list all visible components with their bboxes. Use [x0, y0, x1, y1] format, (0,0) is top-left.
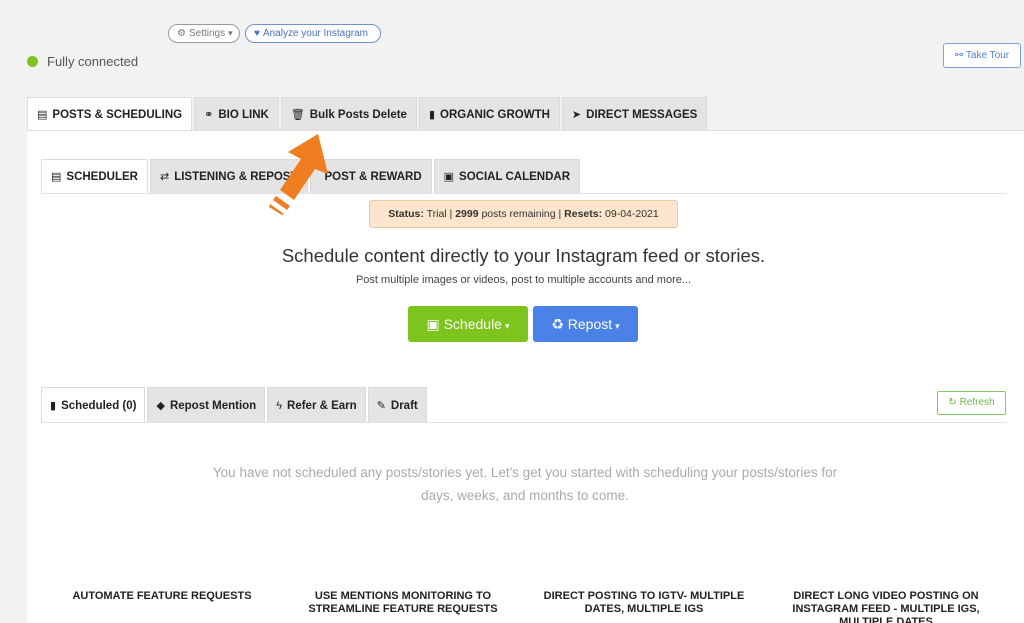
page-headline: Schedule content directly to your Instag… [281, 245, 766, 266]
tag-icon: ◆ [156, 400, 165, 412]
plan-status-badge: Status: Trial | 2999 posts remaining | R… [369, 200, 678, 228]
repost-button[interactable]: ♻ Repost ▾ [533, 306, 638, 342]
analyze-label: Analyze your Instagram [262, 28, 368, 39]
calendar-check-icon: ▣ [426, 316, 440, 332]
tab-scheduled[interactable]: ▮ Scheduled (0) [41, 387, 146, 423]
feature-title: AUTOMATE FEATURE REQUESTS [72, 590, 252, 602]
refresh-button[interactable]: ↻ Refresh [937, 391, 1006, 415]
tab-label: POST & REWARD [324, 171, 422, 183]
tab-label: Repost Mention [169, 400, 257, 412]
tab-direct-messages[interactable]: ➤ DIRECT MESSAGES [561, 97, 708, 131]
tab-scheduler[interactable]: ▤ SCHEDULER [41, 159, 148, 194]
settings-label: Settings [188, 28, 226, 39]
connection-status: Fully connected [27, 54, 138, 69]
take-tour-button[interactable]: ⚯ Take Tour [943, 43, 1021, 68]
tab-posts-scheduling[interactable]: ▤ POSTS & SCHEDULING [27, 97, 193, 131]
divider [41, 422, 1006, 423]
tab-label: Bulk Posts Delete [309, 109, 407, 121]
bolt-icon: ϟ [276, 400, 283, 412]
heart-icon: ♥ [254, 28, 260, 39]
schedule-button[interactable]: ▣ Schedule ▾ [408, 306, 528, 342]
resets-label: Resets: [564, 208, 603, 220]
remaining-text: posts remaining [481, 208, 556, 220]
analyze-instagram-button[interactable]: ♥ Analyze your Instagram [245, 24, 381, 43]
pointer-arrow-icon [269, 134, 328, 215]
empty-state-message: You have not scheduled any posts/stories… [212, 465, 838, 503]
refresh-label: Refresh [959, 397, 995, 408]
schedule-label: Schedule [443, 316, 502, 332]
settings-dropdown[interactable]: ⚙ Settings ▾ [168, 24, 240, 43]
repost-icon: ⇄ [159, 171, 170, 183]
tab-label: BIO LINK [218, 109, 269, 121]
tab-label: SOCIAL CALENDAR [459, 171, 571, 183]
tab-bio-link[interactable]: ⚭ BIO LINK [194, 97, 279, 131]
tab-label: SCHEDULER [66, 171, 138, 183]
tab-label: Scheduled (0) [61, 400, 137, 412]
recycle-icon: ♻ [551, 316, 564, 332]
tab-label: Draft [390, 400, 418, 412]
tab-label: POSTS & SCHEDULING [52, 109, 183, 121]
status-value: Trial [426, 208, 447, 220]
calendar-icon: ▤ [51, 171, 62, 183]
trash-icon: 🗑 [290, 109, 305, 121]
page-subheadline: Post multiple images or videos, post to … [355, 274, 692, 286]
remaining-count: 2999 [455, 208, 479, 220]
feature-title: DIRECT POSTING TO IGTV- MULTIPLE DATES, … [543, 590, 745, 615]
status-label: Status: [388, 208, 424, 220]
tab-repost-mention[interactable]: ◆ Repost Mention [147, 387, 266, 423]
connection-status-text: Fully connected [47, 54, 139, 69]
feature-title: USE MENTIONS MONITORING TO STREAMLINE FE… [308, 590, 498, 615]
tab-label: ORGANIC GROWTH [440, 109, 550, 121]
tab-draft[interactable]: ✎ Draft [367, 387, 427, 423]
tab-bulk-posts-delete[interactable]: 🗑 Bulk Posts Delete [280, 97, 417, 131]
tab-refer-earn[interactable]: ϟ Refer & Earn [267, 387, 366, 423]
gear-icon: ⚙ [177, 28, 186, 39]
main-tabs: ▤ POSTS & SCHEDULING ⚭ BIO LINK 🗑 Bulk Post… [27, 97, 709, 131]
link-icon: ⚭ [204, 109, 214, 121]
tab-social-calendar[interactable]: ▣ SOCIAL CALENDAR [433, 159, 581, 194]
calendar-icon: ▣ [443, 171, 455, 183]
resets-value: 09-04-2021 [605, 208, 659, 220]
refresh-icon: ↻ [948, 397, 957, 408]
send-icon: ➤ [571, 109, 582, 121]
take-tour-label: Take Tour [965, 50, 1010, 61]
repost-label: Repost [567, 316, 613, 332]
tab-label: DIRECT MESSAGES [586, 109, 698, 121]
caret-down-icon: ▾ [504, 321, 510, 331]
tab-organic-growth[interactable]: ▮ ORGANIC GROWTH [418, 97, 560, 131]
feature-title: DIRECT LONG VIDEO POSTING ON INSTAGRAM F… [792, 590, 980, 623]
bar-chart-icon: ▮ [50, 400, 57, 412]
binoculars-icon: ⚯ [954, 50, 964, 61]
edit-icon: ✎ [376, 400, 386, 412]
lower-tabs: ▮ Scheduled (0) ◆ Repost Mention ϟ Refer & … [41, 387, 429, 423]
caret-down-icon: ▾ [615, 321, 620, 331]
calendar-icon: ▤ [37, 109, 48, 121]
bar-chart-icon: ▮ [428, 109, 436, 121]
tab-label: Refer & Earn [287, 400, 357, 412]
caret-down-icon: ▾ [228, 28, 233, 38]
status-dot [27, 56, 38, 67]
divider [41, 193, 1006, 194]
